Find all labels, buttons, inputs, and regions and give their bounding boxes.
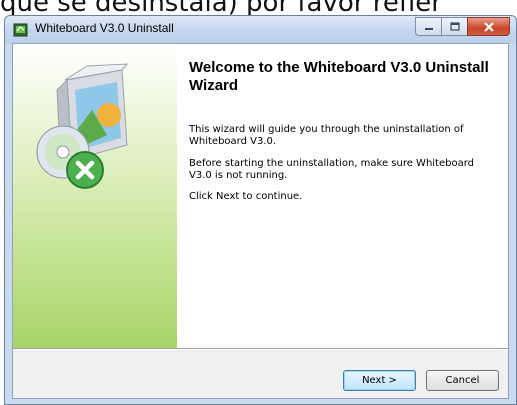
wizard-warning-text: Before starting the uninstallation, make… [189, 158, 475, 181]
wizard-content: Welcome to the Whiteboard V3.0 Uninstall… [177, 44, 508, 348]
wizard-sidebar [13, 44, 177, 348]
maximize-button[interactable] [441, 17, 467, 36]
wizard-intro-text: This wizard will guide you through the u… [189, 124, 464, 147]
button-bar: Next > Cancel [13, 350, 508, 398]
minimize-icon [424, 27, 433, 30]
window-controls [415, 17, 510, 36]
uninstall-box-icon [36, 63, 129, 189]
app-icon [13, 23, 28, 37]
maximize-icon [449, 22, 460, 31]
wizard-continue-text: Click Next to continue. [189, 191, 303, 202]
cancel-button[interactable]: Cancel [426, 370, 499, 391]
close-icon [483, 21, 494, 32]
next-button[interactable]: Next > [343, 370, 416, 391]
minimize-button[interactable] [415, 17, 441, 36]
uninstall-window: Whiteboard V3.0 Uninstall Welcome to the… [4, 15, 517, 405]
window-title: Whiteboard V3.0 Uninstall [35, 21, 174, 35]
wizard-client-area: Welcome to the Whiteboard V3.0 Uninstall… [12, 43, 509, 399]
wizard-title: Welcome to the Whiteboard V3.0 Uninstall… [189, 59, 489, 94]
title-bar[interactable]: Whiteboard V3.0 Uninstall [5, 16, 516, 43]
close-button[interactable] [467, 17, 510, 36]
